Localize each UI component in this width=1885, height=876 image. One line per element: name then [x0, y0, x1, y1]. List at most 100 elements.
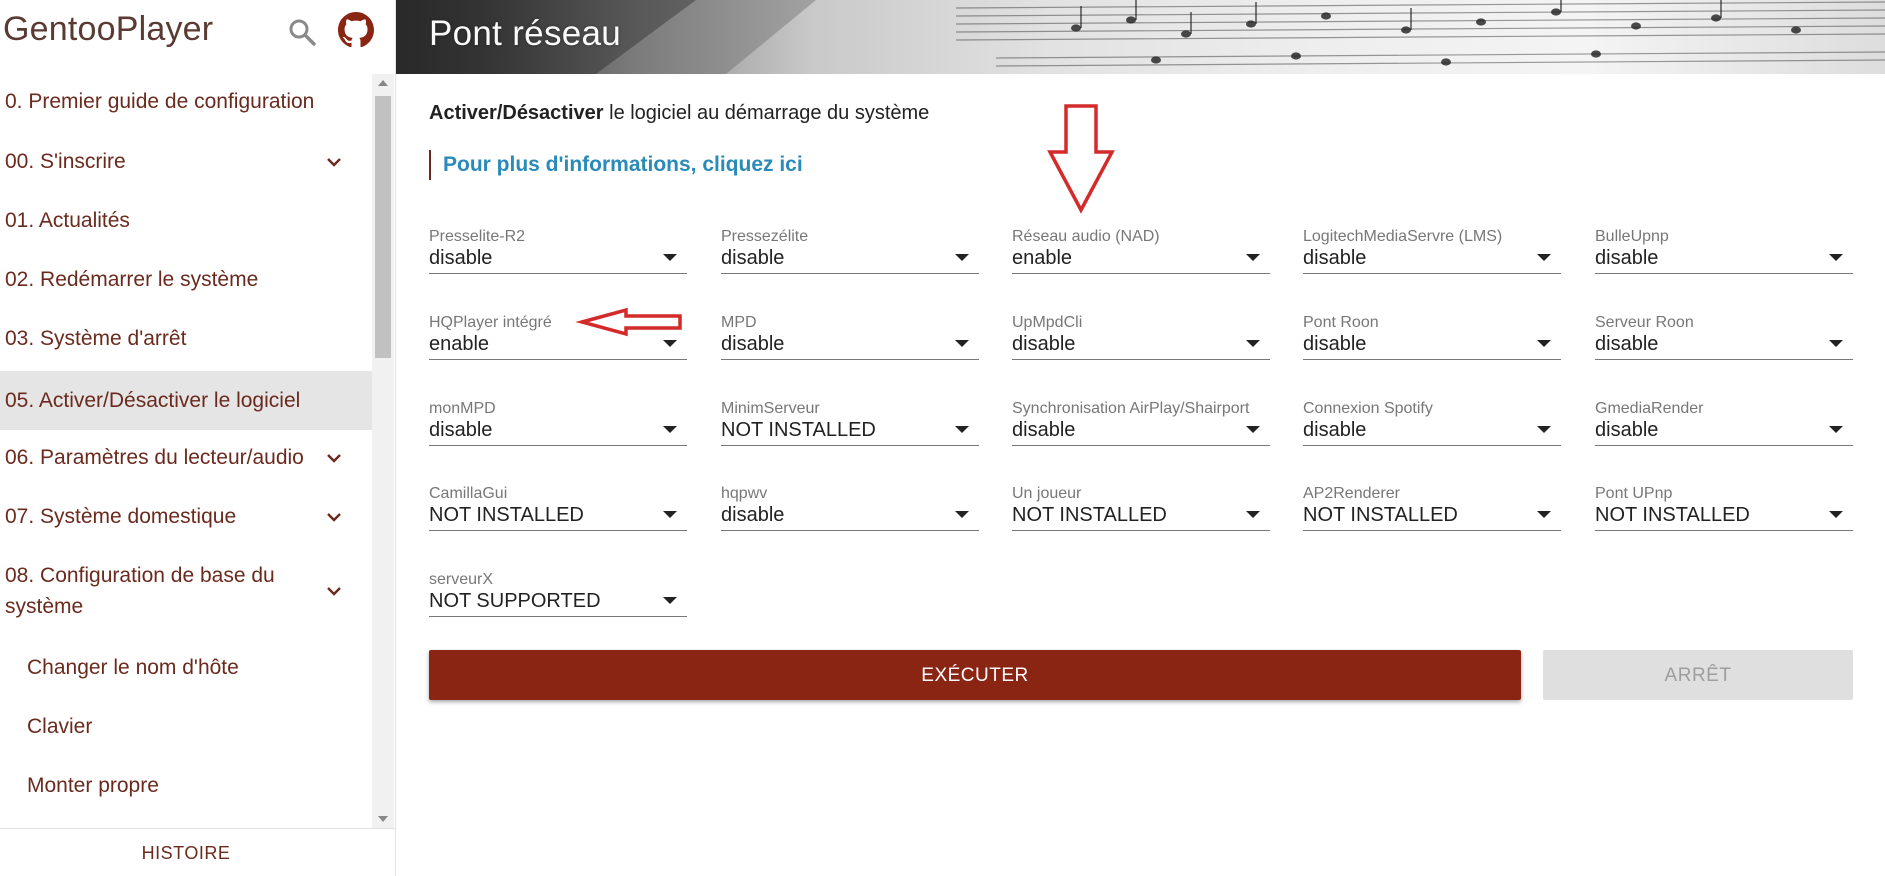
select-connexion-spotify[interactable]: Connexion Spotify disable: [1303, 400, 1561, 446]
sidebar-item-sinscrire[interactable]: 00. S'inscrire: [0, 146, 372, 177]
field-label: serveurX: [429, 571, 494, 588]
github-icon[interactable]: [338, 12, 374, 48]
field-label: BulleUpnp: [1595, 228, 1669, 245]
field-value: disable: [721, 247, 785, 269]
dropdown-arrow-icon: [1537, 254, 1551, 261]
sidebar-item-changer-nom-hote[interactable]: Changer le nom d'hôte: [0, 652, 372, 683]
dropdown-arrow-icon: [1829, 511, 1843, 518]
select-airplay-shairport[interactable]: Synchronisation AirPlay/Shairport disabl…: [1012, 400, 1270, 446]
dropdown-arrow-icon: [663, 254, 677, 261]
sidebar-item-actualites[interactable]: 01. Actualités: [0, 205, 372, 236]
field-value: disable: [429, 247, 493, 269]
dropdown-arrow-icon: [955, 511, 969, 518]
chevron-down-icon: [327, 587, 341, 596]
sidebar-scrollbar[interactable]: [372, 74, 394, 828]
select-un-joueur[interactable]: Un joueur NOT INSTALLED: [1012, 485, 1270, 531]
select-serveurx[interactable]: serveurX NOT SUPPORTED: [429, 571, 687, 617]
select-pressezelite[interactable]: Pressezélite disable: [721, 228, 979, 274]
dropdown-arrow-icon: [1537, 340, 1551, 347]
sidebar-item-label: Clavier: [27, 715, 93, 738]
dropdown-arrow-icon: [1537, 426, 1551, 433]
select-bulleupnp[interactable]: BulleUpnp disable: [1595, 228, 1853, 274]
chevron-down-icon: [327, 157, 341, 167]
intro-bold: Activer/Désactiver: [429, 102, 604, 124]
select-serveur-roon[interactable]: Serveur Roon disable: [1595, 314, 1853, 360]
field-value: enable: [429, 333, 490, 355]
select-hqpwv[interactable]: hqpwv disable: [721, 485, 979, 531]
select-pont-upnp[interactable]: Pont UPnp NOT INSTALLED: [1595, 485, 1853, 531]
sidebar-item-redemarrer[interactable]: 02. Redémarrer le système: [0, 264, 372, 295]
field-value: disable: [429, 419, 493, 441]
dropdown-arrow-icon: [1829, 254, 1843, 261]
select-reseau-audio-nad[interactable]: Réseau audio (NAD) enable: [1012, 228, 1270, 274]
field-value: NOT SUPPORTED: [429, 590, 601, 612]
sidebar-footer: HISTOIRE: [0, 828, 396, 876]
stop-button[interactable]: ARRÊT: [1543, 650, 1853, 700]
select-camillagui[interactable]: CamillaGui NOT INSTALLED: [429, 485, 687, 531]
field-label: Serveur Roon: [1595, 314, 1694, 331]
header-banner: Pont réseau: [396, 0, 1885, 74]
dropdown-arrow-icon: [1246, 340, 1260, 347]
select-ap2renderer[interactable]: AP2Renderer NOT INSTALLED: [1303, 485, 1561, 531]
field-label: Pont UPnp: [1595, 485, 1673, 502]
sidebar-item-monter-propre[interactable]: Monter propre: [0, 770, 372, 801]
execute-button[interactable]: EXÉCUTER: [429, 650, 1521, 700]
field-value: NOT INSTALLED: [721, 419, 876, 441]
sidebar-nav: 0. Premier guide de configuration 00. S'…: [0, 74, 372, 828]
select-gmediarender[interactable]: GmediaRender disable: [1595, 400, 1853, 446]
sidebar-item-parametres-lecteur[interactable]: 06. Paramètres du lecteur/audio: [0, 442, 372, 473]
scroll-up-arrow-icon[interactable]: [378, 80, 388, 86]
select-minimserveur[interactable]: MinimServeur NOT INSTALLED: [721, 400, 979, 446]
field-value: NOT INSTALLED: [1012, 504, 1167, 526]
sidebar-item-label: 07. Système domestique: [5, 505, 237, 528]
sidebar-item-clavier[interactable]: Clavier: [0, 711, 372, 742]
more-info-link[interactable]: Pour plus d'informations, cliquez ici: [429, 150, 803, 180]
field-label: Réseau audio (NAD): [1012, 228, 1160, 245]
select-pont-roon[interactable]: Pont Roon disable: [1303, 314, 1561, 360]
field-label: hqpwv: [721, 485, 768, 502]
select-mpd[interactable]: MPD disable: [721, 314, 979, 360]
field-label: HQPlayer intégré: [429, 314, 552, 331]
sidebar-item-systeme-domestique[interactable]: 07. Système domestique: [0, 501, 372, 532]
select-hqplayer-integre[interactable]: HQPlayer intégré enable: [429, 314, 687, 360]
app-title: GentooPlayer: [3, 10, 214, 48]
field-label: MinimServeur: [721, 400, 820, 417]
field-label: GmediaRender: [1595, 400, 1704, 417]
chevron-down-icon: [327, 453, 341, 463]
search-icon[interactable]: [286, 16, 318, 48]
select-presselite-r2[interactable]: Presselite-R2 disable: [429, 228, 687, 274]
sidebar-item-activer-desactiver[interactable]: 05. Activer/Désactiver le logiciel: [0, 371, 372, 430]
sidebar-item-label: 02. Redémarrer le système: [5, 268, 259, 291]
dropdown-arrow-icon: [663, 511, 677, 518]
field-label: Synchronisation AirPlay/Shairport: [1012, 400, 1250, 417]
field-value: NOT INSTALLED: [1595, 504, 1750, 526]
field-value: enable: [1012, 247, 1073, 269]
sidebar-item-label: 00. S'inscrire: [5, 150, 126, 173]
dropdown-arrow-icon: [1246, 426, 1260, 433]
field-label: Pressezélite: [721, 228, 809, 245]
sidebar-item-label: 0. Premier guide de configuration: [5, 90, 315, 113]
scrollbar-thumb[interactable]: [375, 96, 391, 358]
field-value: disable: [1595, 333, 1659, 355]
scroll-down-arrow-icon[interactable]: [378, 816, 388, 822]
field-value: disable: [1303, 419, 1367, 441]
field-value: disable: [1012, 419, 1076, 441]
field-value: disable: [1595, 247, 1659, 269]
sidebar-item-arret[interactable]: 03. Système d'arrêt: [0, 323, 372, 354]
histoire-button[interactable]: HISTOIRE: [0, 843, 372, 864]
field-label: CamillaGui: [429, 485, 508, 502]
sidebar-item-label: 01. Actualités: [5, 209, 130, 232]
sidebar-item-premier-guide[interactable]: 0. Premier guide de configuration: [0, 86, 372, 117]
sidebar-item-configuration-base[interactable]: 08. Configuration de base du système: [0, 560, 372, 622]
main-content: Activer/Désactiver le logiciel au démarr…: [396, 74, 1885, 876]
intro-text: Activer/Désactiver le logiciel au démarr…: [429, 102, 929, 125]
select-lms[interactable]: LogitechMediaServre (LMS) disable: [1303, 228, 1561, 274]
select-upmpdcli[interactable]: UpMpdCli disable: [1012, 314, 1270, 360]
dropdown-arrow-icon: [955, 254, 969, 261]
sidebar: GentooPlayer 0. Premier guide de configu…: [0, 0, 396, 876]
sidebar-item-label: Changer le nom d'hôte: [27, 656, 239, 679]
dropdown-arrow-icon: [955, 426, 969, 433]
sidebar-item-label: 06. Paramètres du lecteur/audio: [5, 446, 304, 469]
dropdown-arrow-icon: [1829, 340, 1843, 347]
select-monmpd[interactable]: monMPD disable: [429, 400, 687, 446]
